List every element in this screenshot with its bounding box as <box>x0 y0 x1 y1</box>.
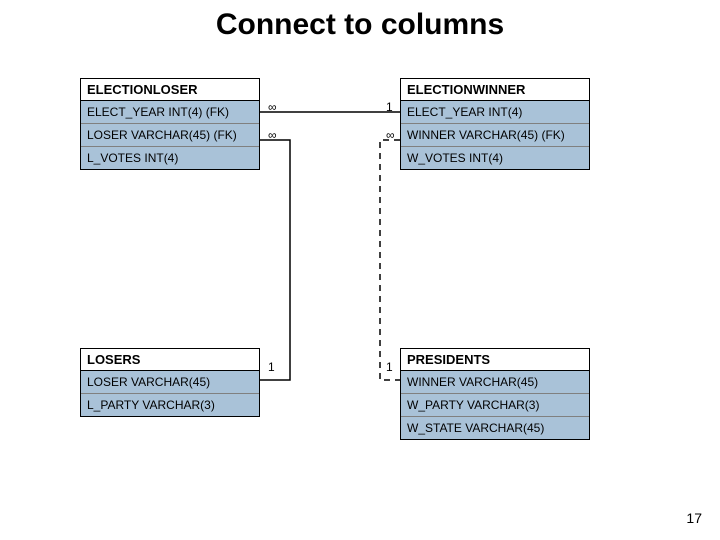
cardinality-label: 1 <box>268 360 275 374</box>
cardinality-label: ∞ <box>386 128 395 142</box>
entity-column: LOSER VARCHAR(45) (FK) <box>81 124 259 147</box>
cardinality-label: 1 <box>386 360 393 374</box>
entity-column: LOSER VARCHAR(45) <box>81 371 259 394</box>
entity-header: PRESIDENTS <box>401 349 589 371</box>
entity-electionloser: ELECTIONLOSER ELECT_YEAR INT(4) (FK) LOS… <box>80 78 260 170</box>
cardinality-label: ∞ <box>268 128 277 142</box>
entity-presidents: PRESIDENTS WINNER VARCHAR(45) W_PARTY VA… <box>400 348 590 440</box>
page-number: 17 <box>686 510 702 526</box>
entity-column: ELECT_YEAR INT(4) (FK) <box>81 101 259 124</box>
entity-column: W_VOTES INT(4) <box>401 147 589 169</box>
entity-column: W_PARTY VARCHAR(3) <box>401 394 589 417</box>
entity-header: LOSERS <box>81 349 259 371</box>
entity-header: ELECTIONLOSER <box>81 79 259 101</box>
entity-electionwinner: ELECTIONWINNER ELECT_YEAR INT(4) WINNER … <box>400 78 590 170</box>
entity-column: L_PARTY VARCHAR(3) <box>81 394 259 416</box>
slide-title: Connect to columns <box>0 8 720 42</box>
entity-losers: LOSERS LOSER VARCHAR(45) L_PARTY VARCHAR… <box>80 348 260 417</box>
entity-header: ELECTIONWINNER <box>401 79 589 101</box>
entity-column: WINNER VARCHAR(45) (FK) <box>401 124 589 147</box>
entity-column: W_STATE VARCHAR(45) <box>401 417 589 439</box>
cardinality-label: 1 <box>386 100 393 114</box>
entity-column: WINNER VARCHAR(45) <box>401 371 589 394</box>
entity-column: L_VOTES INT(4) <box>81 147 259 169</box>
cardinality-label: ∞ <box>268 100 277 114</box>
entity-column: ELECT_YEAR INT(4) <box>401 101 589 124</box>
